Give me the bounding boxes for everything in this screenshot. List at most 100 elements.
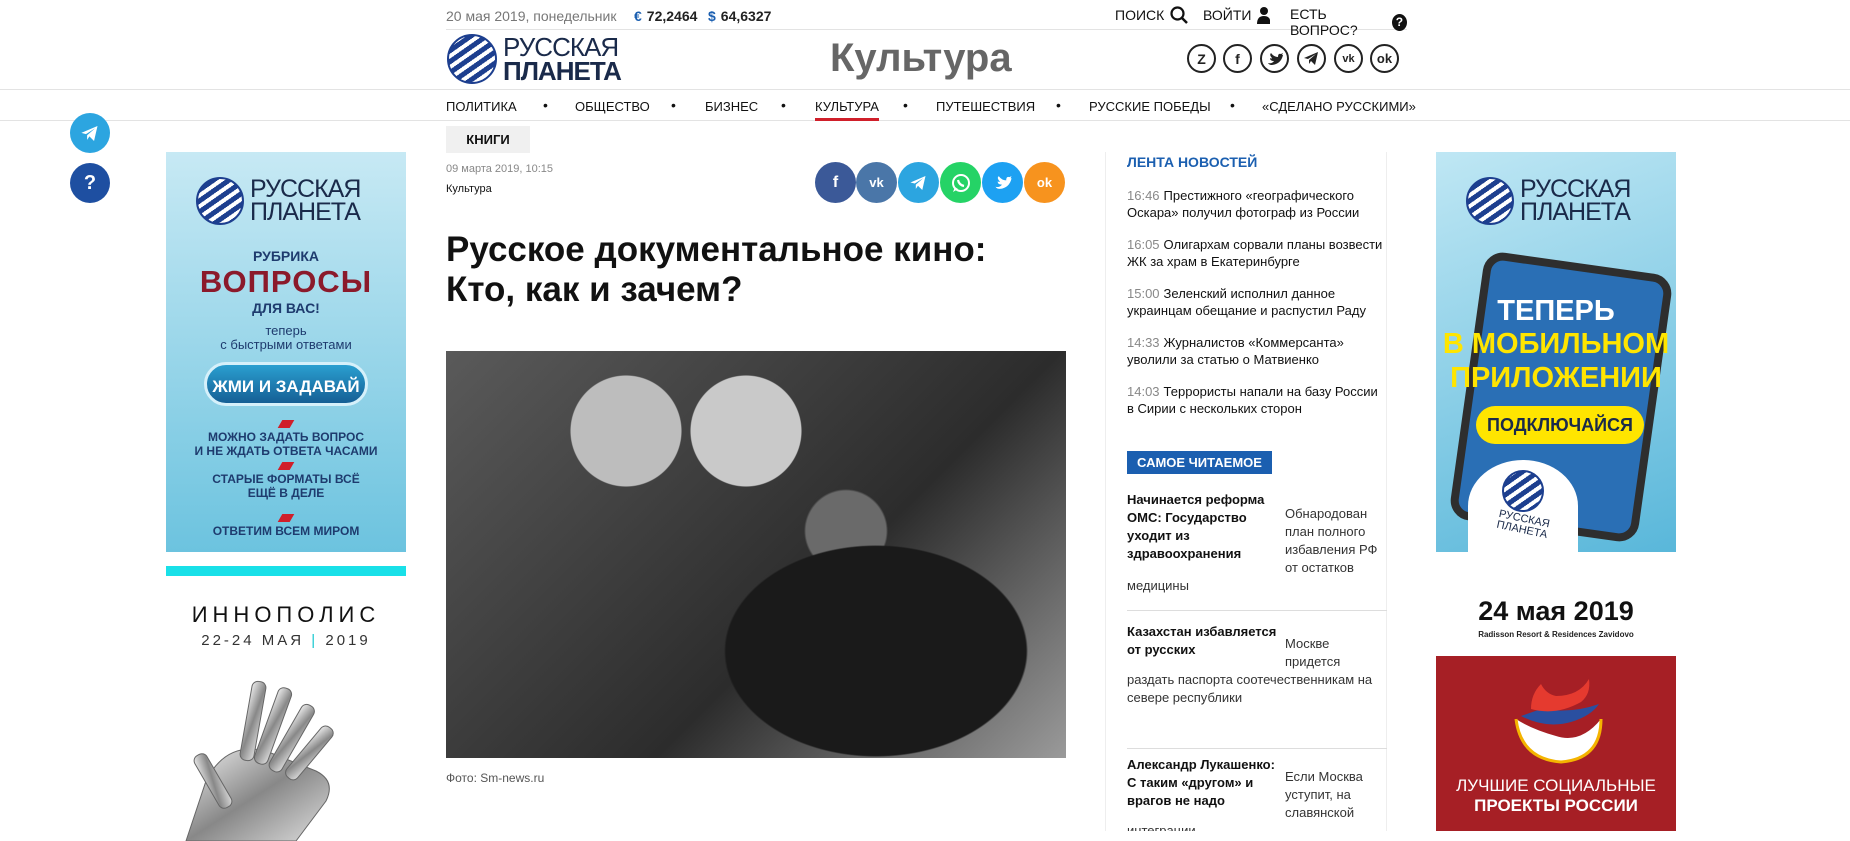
- event-date: 24 мая 2019: [1478, 596, 1634, 626]
- most-read-item[interactable]: Казахстан избавляется от русских Москве …: [1127, 623, 1387, 749]
- banner-for-you: ДЛЯ ВАС!: [252, 300, 320, 316]
- innopolis-name: ИННОПОЛИС: [191, 602, 381, 627]
- twitter-icon[interactable]: [1260, 44, 1289, 73]
- connect-button[interactable]: ПОДКЛЮЧАЙСЯ: [1476, 406, 1644, 444]
- nav-travel[interactable]: ПУТЕШЕСТВИЯ: [936, 99, 1035, 114]
- news-feed-title[interactable]: ЛЕНТА НОВОСТЕЙ: [1127, 154, 1257, 170]
- banner-point-2: СТАРЫЕ ФОРМАТЫ ВСЁ ЕЩЁ В ДЕЛЕ: [166, 462, 406, 500]
- mobile-app-banner[interactable]: РУССКАЯ ПЛАНЕТА ТЕПЕРЬ В МОБИЛЬНОМ ПРИЛО…: [1436, 152, 1676, 552]
- section-title: Культура: [830, 36, 1012, 80]
- share-odnoklassniki-button[interactable]: ok: [1024, 162, 1065, 203]
- share-whatsapp-button[interactable]: [940, 162, 981, 203]
- login-label: ВОЙТИ: [1203, 7, 1252, 23]
- nav-separator: •: [671, 97, 676, 113]
- odnoklassniki-icon[interactable]: ok: [1370, 44, 1399, 73]
- innopolis-dates: 22-24 МАЯ | 2019: [201, 632, 371, 649]
- banner-line-3: ПРИЛОЖЕНИИ: [1450, 362, 1662, 394]
- news-sidebar: ЛЕНТА НОВОСТЕЙ 16:46 Престижного «географ…: [1105, 152, 1387, 831]
- question-icon: ?: [1391, 13, 1407, 31]
- nav-business[interactable]: БИЗНЕС: [705, 99, 758, 114]
- help-float-button[interactable]: ?: [70, 163, 110, 203]
- ask-question-link[interactable]: ЕСТЬ ВОПРОС? ?: [1290, 6, 1407, 38]
- top-bar: 20 мая 2019, понедельник €72,2464 $64,63…: [446, 0, 1407, 38]
- search-icon: [1170, 6, 1189, 24]
- globe-logo-icon: [447, 34, 497, 84]
- vk-icon[interactable]: vk: [1334, 44, 1363, 73]
- site-logo[interactable]: РУССКАЯ ПЛАНЕТА: [447, 32, 622, 86]
- banner-point-1: МОЖНО ЗАДАТЬ ВОПРОС И НЕ ЖДАТЬ ОТВЕТА ЧАС…: [166, 420, 406, 458]
- telegram-icon[interactable]: [1297, 44, 1326, 73]
- zen-icon[interactable]: Z: [1187, 44, 1216, 73]
- ask-question-label: ЕСТЬ ВОПРОС?: [1290, 6, 1358, 38]
- main-nav: ПОЛИТИКА • ОБЩЕСТВО • БИЗНЕС • КУЛЬТУРА …: [0, 89, 1850, 121]
- user-lock-icon: [1257, 7, 1271, 24]
- globe-logo-icon: [196, 177, 244, 225]
- banner-rubric: РУБРИКА: [253, 248, 319, 264]
- banner-now: теперь: [265, 323, 307, 338]
- news-item[interactable]: 16:05 Олигархам сорвали планы возвести ЖК…: [1127, 236, 1387, 270]
- nav-separator: •: [1056, 97, 1061, 113]
- article-rubric[interactable]: Культура: [446, 183, 492, 195]
- article-title: Русское документальное кино: Кто, как и …: [446, 230, 987, 309]
- share-twitter-button[interactable]: [982, 162, 1023, 203]
- telegram-icon: [910, 175, 926, 190]
- whatsapp-icon: [951, 173, 970, 192]
- share-facebook-button[interactable]: f: [815, 162, 856, 203]
- facebook-icon: f: [832, 173, 839, 191]
- social-projects-banner[interactable]: ЛУЧШИЕ СОЦИАЛЬНЫЕ ПРОЕКТЫ РОССИИ: [1436, 656, 1676, 831]
- app-logo-badge: РУССКАЯ ПЛАНЕТА: [1468, 460, 1578, 552]
- most-read-item[interactable]: Начинается реформа ОМС: Государство уход…: [1127, 491, 1387, 611]
- news-item[interactable]: 15:00 Зеленский исполнил данное украинцам…: [1127, 285, 1387, 319]
- twitter-icon: [995, 176, 1012, 189]
- nav-culture[interactable]: КУЛЬТУРА: [815, 99, 879, 121]
- banner-line-2: ПРОЕКТЫ РОССИИ: [1474, 796, 1638, 815]
- nav-separator: •: [903, 97, 908, 113]
- banner-logo: РУССКАЯ ПЛАНЕТА: [196, 177, 361, 225]
- telegram-icon: [81, 125, 98, 141]
- share-telegram-button[interactable]: [898, 162, 939, 203]
- globe-logo-icon: [1466, 177, 1514, 225]
- euro-rate: €72,2464: [634, 8, 698, 24]
- search-label: ПОИСК: [1115, 7, 1165, 23]
- vk-icon: vk: [869, 175, 884, 190]
- event-location: Radisson Resort & Residences Zavidovo: [1478, 630, 1634, 639]
- most-read-title: САМОЕ ЧИТАЕМОЕ: [1127, 451, 1272, 474]
- nav-politics[interactable]: ПОЛИТИКА: [446, 99, 517, 114]
- dove-logo-icon: [1514, 679, 1603, 764]
- banner-fast-answers: с быстрыми ответами: [220, 337, 352, 352]
- robot-hand-image: [185, 680, 334, 841]
- current-date: 20 мая 2019, понедельник: [446, 8, 617, 24]
- article-photo: [446, 351, 1066, 758]
- logo-text: РУССКАЯ ПЛАНЕТА: [503, 32, 622, 86]
- article-date: 09 марта 2019, 10:15: [446, 163, 554, 175]
- innopolis-banner[interactable]: ИННОПОЛИС 22-24 МАЯ | 2019: [166, 566, 406, 841]
- news-item[interactable]: 16:46 Престижного «географического Оскара…: [1127, 187, 1387, 221]
- nav-separator: •: [543, 97, 548, 113]
- login-link[interactable]: ВОЙТИ: [1203, 6, 1273, 24]
- globe-logo-icon: [1502, 470, 1544, 512]
- question-icon: ?: [83, 171, 97, 194]
- most-read-item[interactable]: Александр Лукашенко: С таким «другом» и …: [1127, 756, 1387, 831]
- tag-books[interactable]: КНИГИ: [446, 126, 530, 153]
- questions-banner[interactable]: РУССКАЯ ПЛАНЕТА РУБРИКА ВОПРОСЫ ДЛЯ ВАС!…: [166, 152, 406, 552]
- news-item[interactable]: 14:03 Террористы напали на базу России в …: [1127, 383, 1387, 417]
- facebook-icon[interactable]: f: [1223, 44, 1252, 73]
- nav-russian-victories[interactable]: РУССКИЕ ПОБЕДЫ: [1089, 99, 1211, 114]
- odnoklassniki-icon: ok: [1036, 175, 1053, 190]
- nav-separator: •: [781, 97, 786, 113]
- nav-made-by-russians[interactable]: «СДЕЛАНО РУССКИМИ»: [1262, 99, 1416, 114]
- banner-questions: ВОПРОСЫ: [199, 264, 373, 299]
- usd-rate: $64,6327: [708, 8, 772, 24]
- news-item[interactable]: 14:33 Журналистов «Коммерсанта» уволили з…: [1127, 334, 1387, 368]
- share-vk-button[interactable]: vk: [856, 162, 897, 203]
- banner-point-3: ОТВЕТИМ ВСЕМ МИРОМ: [166, 514, 406, 538]
- banner-line-1: ТЕПЕРЬ: [1497, 295, 1615, 327]
- nav-society[interactable]: ОБЩЕСТВО: [575, 99, 650, 114]
- search-link[interactable]: ПОИСК: [1115, 6, 1189, 24]
- photo-caption: Фото: Sm-news.ru: [446, 771, 545, 785]
- telegram-float-button[interactable]: [70, 113, 110, 153]
- banner-line-1: ЛУЧШИЕ СОЦИАЛЬНЫЕ: [1456, 776, 1656, 795]
- banner-line-2: В МОБИЛЬНОМ: [1442, 328, 1670, 360]
- nav-separator: •: [1230, 97, 1235, 113]
- ask-button[interactable]: ЖМИ И ЗАДАВАЙ: [204, 362, 368, 406]
